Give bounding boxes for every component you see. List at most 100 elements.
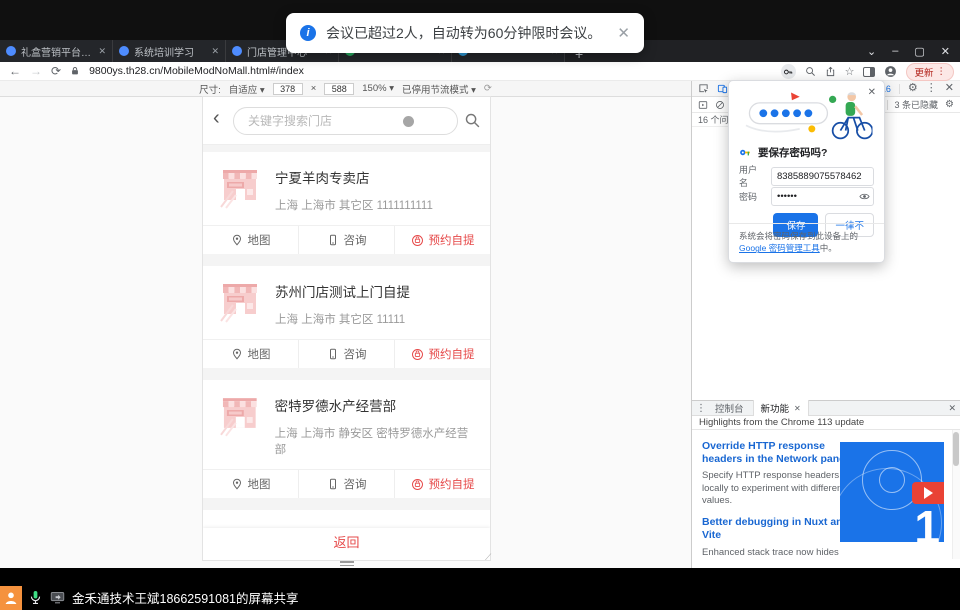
- drawer-close-icon[interactable]: ✕: [948, 403, 956, 414]
- device-toolbar-icon[interactable]: [717, 83, 728, 94]
- drag-handle[interactable]: [340, 561, 354, 568]
- menu-dots-icon: ⋮: [937, 66, 947, 77]
- back-chevron-icon[interactable]: ‹: [213, 108, 220, 128]
- screen: 礼盒营销平台管理中心 ✕ 系统培训学习 ✕ 门店管理中心 ✕ ✕ ✕ + ⌄ –…: [0, 0, 960, 610]
- back-icon[interactable]: ←: [9, 65, 21, 77]
- password-manager-link[interactable]: Google 密码管理工具: [739, 243, 820, 253]
- map-button[interactable]: 地图: [203, 470, 298, 498]
- store-info: 密特罗德水产经营部 上海 上海市 静安区 密特罗德水产经营部: [275, 393, 478, 457]
- back-button-bar: 返回: [203, 528, 490, 560]
- tab-title: 礼盒营销平台管理中心: [21, 44, 93, 59]
- chrome-113-graphic: 1: [840, 442, 944, 542]
- password-label: 密码: [739, 190, 765, 203]
- map-button[interactable]: 地图: [203, 340, 298, 368]
- share-status-text: 金禾通技术王斌18662591081的屏幕共享: [72, 588, 298, 607]
- tab-whats-new[interactable]: 新功能 ✕: [753, 400, 809, 416]
- window-close-button[interactable]: ✕: [941, 45, 950, 58]
- forward-icon[interactable]: →: [30, 65, 42, 77]
- whats-new-link[interactable]: Override HTTP response headers in the Ne…: [702, 440, 852, 466]
- screen-share-icon: [50, 590, 65, 605]
- store-name: 密特罗德水产经营部: [275, 395, 478, 415]
- device-toolbar: 尺寸: 自适应 ▾ × 150% ▾ 已停用节流模式 ▾ ⟳: [0, 81, 691, 97]
- responsive-dropdown[interactable]: 自适应 ▾: [229, 82, 265, 96]
- zoom-icon[interactable]: [805, 66, 816, 77]
- hidden-messages-label: 3 条已隐藏: [895, 98, 939, 111]
- whats-new-text: Specify HTTP response headers locally to…: [702, 470, 852, 507]
- consult-button[interactable]: 咨询: [298, 340, 394, 368]
- tab-training[interactable]: 系统培训学习 ✕: [113, 40, 226, 62]
- store-card-1: 宁夏羊肉专卖店 上海 上海市 其它区 1111111111 地图 咨询 预约自提: [203, 152, 490, 254]
- tab-close-icon[interactable]: ✕: [211, 46, 219, 57]
- search-icon[interactable]: [464, 112, 481, 129]
- tab-whats-new-label: 新功能: [761, 401, 790, 415]
- console-settings-icon[interactable]: ⚙: [945, 100, 954, 110]
- store-info: 苏州门店测试上门自提 上海 上海市 其它区 11111: [275, 279, 410, 327]
- tab-console[interactable]: 控制台: [708, 400, 751, 416]
- store-address: 上海 上海市 其它区 11111: [275, 311, 410, 327]
- drawer-tab-bar: ⋮ 控制台 新功能 ✕ ✕: [692, 401, 960, 416]
- store-actions: 地图 咨询 预约自提: [203, 226, 490, 254]
- tab-close-icon[interactable]: ✕: [794, 404, 801, 413]
- store-card-2: 苏州门店测试上门自提 上海 上海市 其它区 11111 地图 咨询 预约自提: [203, 266, 490, 368]
- sharer-avatar-icon: [0, 586, 22, 610]
- whats-new-link[interactable]: Better debugging in Nuxt and Vite: [702, 516, 852, 542]
- side-panel-icon[interactable]: [863, 67, 875, 77]
- devtools-menu-icon[interactable]: ⋮: [926, 83, 937, 94]
- storefront-icon: [217, 279, 263, 325]
- consult-button[interactable]: 咨询: [298, 470, 394, 498]
- share-status-row: 金禾通技术王斌18662591081的屏幕共享: [28, 588, 298, 607]
- share-icon[interactable]: [825, 66, 836, 77]
- throttle-dropdown[interactable]: 已停用节流模式 ▾: [402, 82, 476, 96]
- window-minimize-button[interactable]: –: [892, 45, 898, 57]
- resize-corner-icon[interactable]: ⟋: [485, 552, 491, 563]
- show-password-eye-icon[interactable]: [859, 191, 870, 202]
- viewport-width-input[interactable]: [273, 83, 303, 95]
- tab-search-icon[interactable]: ⌄: [867, 45, 876, 58]
- store-search-input[interactable]: [234, 108, 457, 134]
- store-card-top: 宁夏羊肉专卖店 上海 上海市 其它区 1111111111: [203, 152, 490, 226]
- window-controls: ⌄ – ▢ ✕: [867, 40, 956, 62]
- viewport-height-input[interactable]: [324, 83, 354, 95]
- browser-toolbar: ← → ⟳ 9800ys.th28.cn/MobileModNoMall.htm…: [0, 62, 960, 81]
- store-card-3: 密特罗德水产经营部 上海 上海市 静安区 密特罗德水产经营部 地图 咨询 预约自…: [203, 380, 490, 498]
- clear-console-icon[interactable]: [715, 100, 725, 110]
- tab-favicon: [6, 46, 16, 56]
- consult-button[interactable]: 咨询: [298, 226, 394, 254]
- whats-new-body: Override HTTP response headers in the Ne…: [692, 430, 960, 559]
- chrome-update-button[interactable]: 更新 ⋮: [906, 63, 954, 81]
- map-button[interactable]: 地图: [203, 226, 298, 254]
- password-row: 密码: [739, 187, 874, 206]
- times-label: ×: [311, 83, 317, 94]
- store-actions: 地图 咨询 预约自提: [203, 470, 490, 498]
- toast-message: 会议已超过2人，自动转为60分钟限时会议。: [326, 23, 601, 43]
- pickup-button[interactable]: 预约自提: [394, 340, 490, 368]
- devtools-settings-icon[interactable]: ⚙: [908, 83, 918, 94]
- password-illustration: [735, 89, 880, 141]
- drawer-menu-icon[interactable]: ⋮: [696, 403, 706, 414]
- zoom-dropdown[interactable]: 150% ▾: [362, 83, 394, 94]
- back-button[interactable]: 返回: [333, 532, 359, 560]
- username-field[interactable]: [771, 167, 874, 186]
- devtools-close-icon[interactable]: ✕: [945, 83, 954, 94]
- tab-favicon: [232, 46, 242, 56]
- drawer-scrollbar[interactable]: [952, 430, 960, 559]
- tab-close-icon[interactable]: ✕: [98, 46, 106, 57]
- rotate-icon[interactable]: ⟳: [484, 83, 492, 94]
- tab-gift-admin[interactable]: 礼盒营销平台管理中心 ✕: [0, 40, 113, 62]
- url-text[interactable]: 9800ys.th28.cn/MobileModNoMall.html#/ind…: [89, 65, 304, 77]
- inspect-element-icon[interactable]: [698, 83, 709, 94]
- profile-avatar-icon[interactable]: [884, 65, 897, 78]
- password-key-icon[interactable]: [781, 64, 796, 79]
- window-maximize-button[interactable]: ▢: [914, 45, 924, 58]
- toast-close-icon[interactable]: ✕: [617, 24, 630, 42]
- refresh-icon[interactable]: ⟳: [51, 65, 61, 77]
- microphone-icon[interactable]: [28, 590, 43, 605]
- store-name: 宁夏羊肉专卖店: [275, 167, 433, 187]
- search-pill[interactable]: [233, 107, 458, 135]
- store-address: 上海 上海市 静安区 密特罗德水产经营部: [275, 425, 478, 457]
- console-context-icon[interactable]: [698, 100, 708, 110]
- pickup-button[interactable]: 预约自提: [394, 470, 490, 498]
- bookmark-star-icon[interactable]: ☆: [845, 65, 855, 78]
- save-password-dialog: ✕ 要保存密码吗? 用户名 密码 保存 一律不 系统会将密码保存到此设备上的 G…: [728, 80, 885, 263]
- pickup-button[interactable]: 预约自提: [394, 226, 490, 254]
